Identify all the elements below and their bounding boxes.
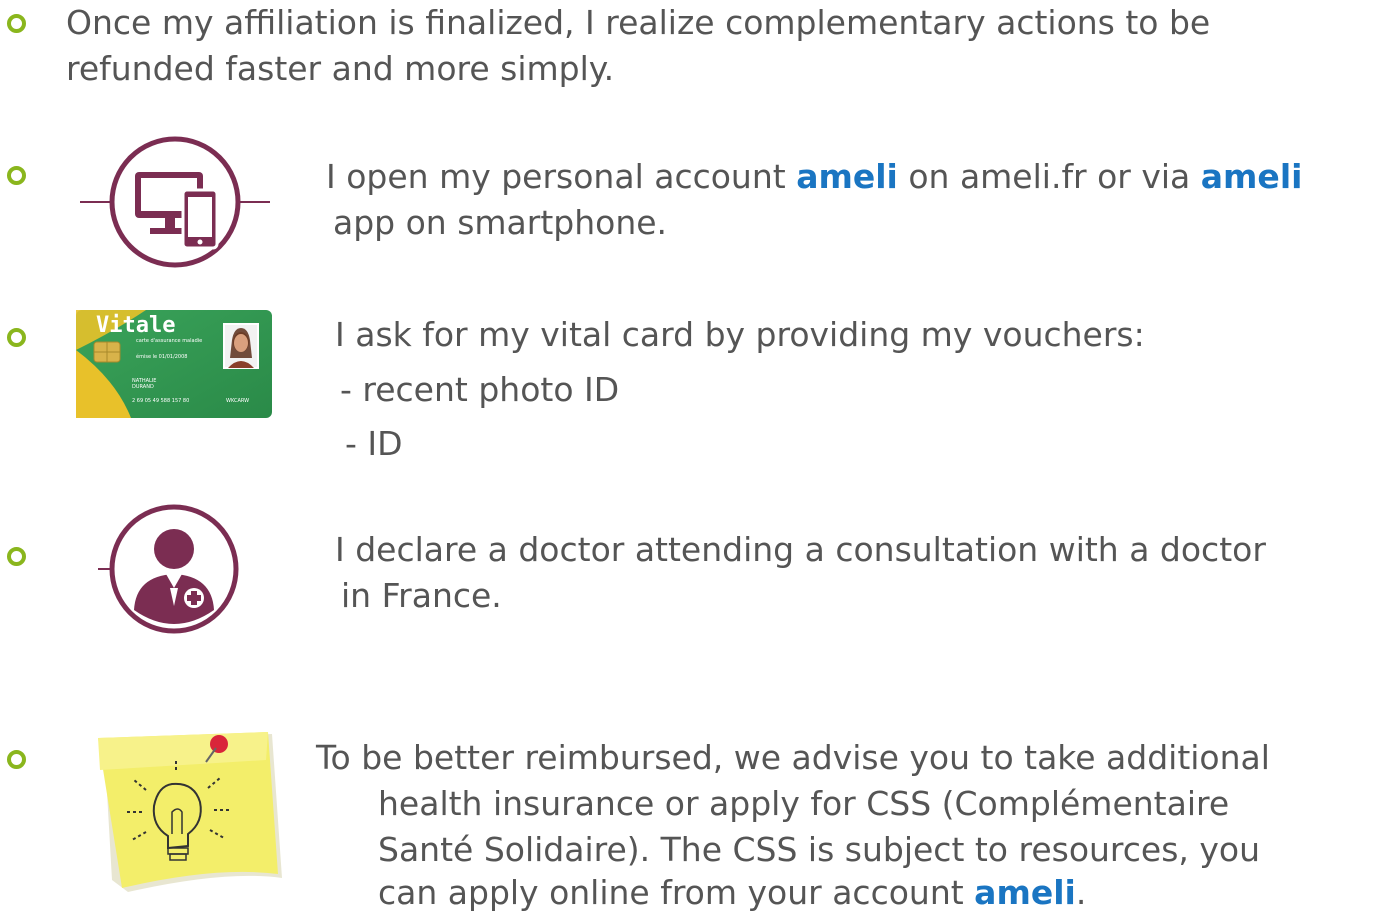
item-4-line-3: Santé Solidaire). The CSS is subject to … <box>378 830 1261 869</box>
vitale-holder-2: DURAND <box>132 384 154 390</box>
item-1-line-1: I open my personal account ameli on amel… <box>326 157 1303 196</box>
item-2-line-3: - ID <box>345 424 403 463</box>
item-4-line-4: can apply online from your account ameli… <box>378 873 1087 912</box>
ameli-account-link[interactable]: ameli <box>974 873 1076 912</box>
intro-line-1: Once my affiliation is finalized, I real… <box>66 3 1211 42</box>
bullet-icon <box>7 750 26 769</box>
ameli-link[interactable]: ameli <box>796 157 898 196</box>
bullet-icon <box>7 14 26 33</box>
item-4-line-2: health insurance or apply for CSS (Compl… <box>378 784 1230 823</box>
vitale-card-image: Vitale carte d'assurance maladie émise l… <box>76 310 272 418</box>
intro-line-2: refunded faster and more simply. <box>66 49 615 88</box>
devices-icon <box>80 136 270 268</box>
vitale-date: émise le 01/01/2008 <box>136 353 187 360</box>
bullet-icon <box>7 328 26 347</box>
item-1-line-2: app on smartphone. <box>333 203 668 242</box>
item-2-line-2: - recent photo ID <box>340 370 620 409</box>
item-3-line-2: in France. <box>341 576 502 615</box>
vitale-subtitle: carte d'assurance maladie <box>136 338 202 344</box>
item-2-line-1: I ask for my vital card by providing my … <box>335 315 1145 354</box>
ameli-app-link[interactable]: ameli <box>1201 157 1303 196</box>
bullet-icon <box>7 166 26 185</box>
item-3-line-1: I declare a doctor attending a consultat… <box>335 530 1266 569</box>
bullet-icon <box>7 547 26 566</box>
doctor-icon <box>98 504 239 634</box>
sticky-note-lightbulb-icon <box>76 730 296 896</box>
item-4-line-1: To be better reimbursed, we advise you t… <box>316 738 1270 777</box>
vitale-number: 2 69 05 49 588 157 80 <box>132 398 189 404</box>
vitale-code: WKCARW <box>226 398 249 404</box>
vitale-brand-text: Vitale <box>96 313 175 338</box>
